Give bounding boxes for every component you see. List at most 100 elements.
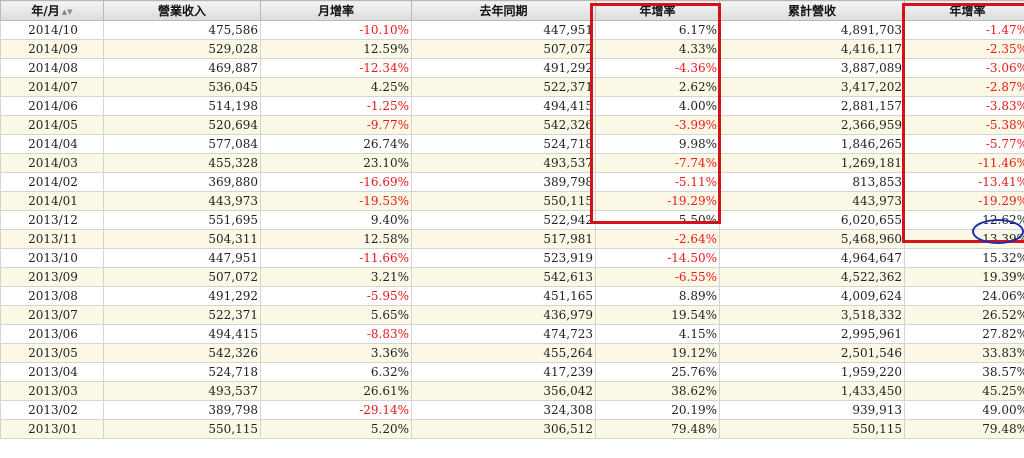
cell-yoy-growth: -4.36% [595,58,720,78]
cell-cumulative-revenue: 4,964,647 [719,248,905,268]
cell-yoy-growth: -2.64% [595,229,720,249]
cell-yoy-growth: -3.99% [595,115,720,135]
table-row: 2013/08 491,292 -5.95% 451,165 8.89% 4,009,62… [0,286,1024,306]
cell-mom-growth: 6.32% [260,362,412,382]
header-revenue[interactable]: 營業收入 [103,0,261,21]
cell-cumulative-revenue: 3,518,332 [719,305,905,325]
cell-year-month: 2014/03 [0,153,104,173]
cell-last-year: 324,308 [411,400,596,420]
cell-mom-growth: -11.66% [260,248,412,268]
cell-yoy-growth: 4.33% [595,39,720,59]
cell-cumulative-revenue: 3,887,089 [719,58,905,78]
cell-revenue: 536,045 [103,77,261,97]
cell-last-year: 417,239 [411,362,596,382]
table-row: 2014/06 514,198 -1.25% 494,415 4.00% 2,881,15… [0,96,1024,116]
cell-revenue: 494,415 [103,324,261,344]
cell-revenue: 524,718 [103,362,261,382]
cell-year-month: 2014/07 [0,77,104,97]
cell-cumulative-revenue: 4,009,624 [719,286,905,306]
cell-last-year: 522,942 [411,210,596,230]
table-body: 2014/10 475,586 -10.10% 447,951 6.17% 4,891,7… [0,20,1024,439]
cell-year-month: 2014/10 [0,20,104,40]
table-row: 2014/01 443,973 -19.53% 550,115 -19.29% 443,9… [0,191,1024,211]
cell-year-month: 2013/05 [0,343,104,363]
cell-cumulative-revenue: 2,366,959 [719,115,905,135]
cell-last-year: 356,042 [411,381,596,401]
cell-revenue: 577,084 [103,134,261,154]
cell-last-year: 451,165 [411,286,596,306]
cell-mom-growth: 4.25% [260,77,412,97]
cell-cumulative-revenue: 2,881,157 [719,96,905,116]
cell-cumulative-yoy: -5.38% [904,115,1024,135]
cell-year-month: 2014/09 [0,39,104,59]
header-yoy-growth[interactable]: 年增率 [595,0,720,21]
table-row: 2013/11 504,311 12.58% 517,981 -2.64% 5,468,9… [0,229,1024,249]
cell-last-year: 389,798 [411,172,596,192]
cell-last-year: 474,723 [411,324,596,344]
cell-cumulative-revenue: 550,115 [719,419,905,439]
cell-last-year: 436,979 [411,305,596,325]
cell-cumulative-yoy: -5.77% [904,134,1024,154]
cell-cumulative-revenue: 1,959,220 [719,362,905,382]
cell-year-month: 2013/01 [0,419,104,439]
cell-revenue: 542,326 [103,343,261,363]
cell-cumulative-revenue: 939,913 [719,400,905,420]
cell-revenue: 514,198 [103,96,261,116]
cell-year-month: 2013/12 [0,210,104,230]
cell-cumulative-yoy: 33.83% [904,343,1024,363]
cell-cumulative-revenue: 2,995,961 [719,324,905,344]
cell-year-month: 2014/04 [0,134,104,154]
cell-year-month: 2013/07 [0,305,104,325]
cell-cumulative-revenue: 4,522,362 [719,267,905,287]
table-row: 2013/12 551,695 9.40% 522,942 5.50% 6,020,655… [0,210,1024,230]
table-row: 2014/08 469,887 -12.34% 491,292 -4.36% 3,887,… [0,58,1024,78]
cell-last-year: 524,718 [411,134,596,154]
cell-cumulative-yoy: 24.06% [904,286,1024,306]
cell-year-month: 2013/03 [0,381,104,401]
sort-arrows-icon[interactable]: ▲▼ [62,8,73,16]
cell-cumulative-yoy: 26.52% [904,305,1024,325]
cell-revenue: 504,311 [103,229,261,249]
revenue-table: 年/月 ▲▼ 營業收入 月增率 去年同期 年增率 累計營收 年增率 2014/10… [0,0,1024,439]
cell-revenue: 491,292 [103,286,261,306]
cell-revenue: 520,694 [103,115,261,135]
cell-yoy-growth: -19.29% [595,191,720,211]
cell-mom-growth: 12.59% [260,39,412,59]
header-cumulative-yoy-growth[interactable]: 年增率 [904,0,1024,21]
cell-cumulative-yoy: -3.83% [904,96,1024,116]
cell-mom-growth: 5.65% [260,305,412,325]
table-row: 2013/09 507,072 3.21% 542,613 -6.55% 4,522,36… [0,267,1024,287]
cell-cumulative-yoy: 45.25% [904,381,1024,401]
cell-mom-growth: 5.20% [260,419,412,439]
header-cumulative-revenue[interactable]: 累計營收 [719,0,905,21]
cell-year-month: 2013/10 [0,248,104,268]
cell-year-month: 2014/02 [0,172,104,192]
table-row: 2014/07 536,045 4.25% 522,371 2.62% 3,417,202… [0,77,1024,97]
cell-cumulative-yoy: -2.35% [904,39,1024,59]
header-last-year-same-period[interactable]: 去年同期 [411,0,596,21]
cell-revenue: 389,798 [103,400,261,420]
cell-revenue: 529,028 [103,39,261,59]
cell-last-year: 494,415 [411,96,596,116]
cell-cumulative-revenue: 1,433,450 [719,381,905,401]
cell-year-month: 2013/04 [0,362,104,382]
cell-cumulative-yoy: 13.39% [904,229,1024,249]
header-year-month[interactable]: 年/月 ▲▼ [0,0,104,21]
table-row: 2013/02 389,798 -29.14% 324,308 20.19% 939,91… [0,400,1024,420]
cell-cumulative-yoy: 27.82% [904,324,1024,344]
table-row: 2014/04 577,084 26.74% 524,718 9.98% 1,846,26… [0,134,1024,154]
cell-yoy-growth: 79.48% [595,419,720,439]
cell-cumulative-yoy: 12.62% [904,210,1024,230]
table-row: 2013/04 524,718 6.32% 417,239 25.76% 1,959,22… [0,362,1024,382]
cell-cumulative-yoy: 19.39% [904,267,1024,287]
cell-revenue: 507,072 [103,267,261,287]
header-mom-growth[interactable]: 月增率 [260,0,412,21]
cell-cumulative-yoy: 79.48% [904,419,1024,439]
table-row: 2014/09 529,028 12.59% 507,072 4.33% 4,416,11… [0,39,1024,59]
cell-cumulative-yoy: 38.57% [904,362,1024,382]
cell-year-month: 2014/08 [0,58,104,78]
header-row: 年/月 ▲▼ 營業收入 月增率 去年同期 年增率 累計營收 年增率 [0,0,1024,21]
cell-yoy-growth: 38.62% [595,381,720,401]
table-row: 2013/10 447,951 -11.66% 523,919 -14.50% 4,964… [0,248,1024,268]
cell-yoy-growth: 6.17% [595,20,720,40]
